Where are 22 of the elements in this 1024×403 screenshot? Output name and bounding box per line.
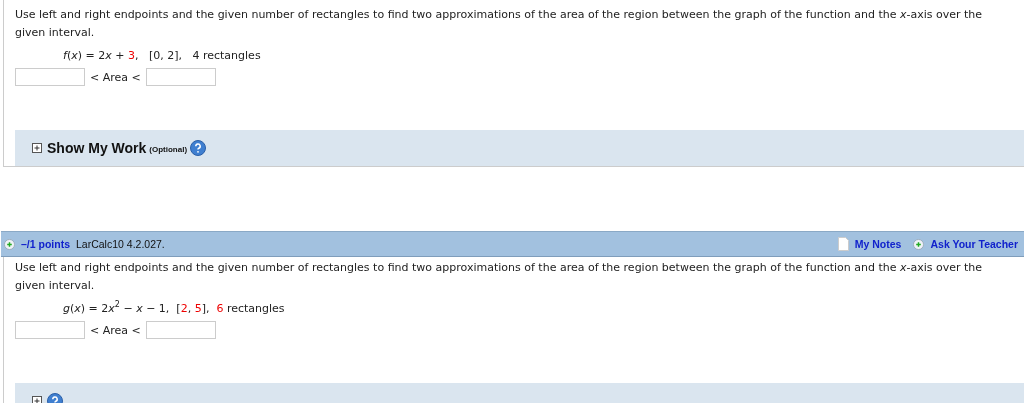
answer-field[interactable] [145,68,216,86]
answer-field[interactable] [145,321,216,339]
question-prompt: Use left and right endpoints and the given number of rectangles to find two approximations of the area of the region between the graph of the function and the x-axis over the given interval. [15,260,984,294]
expand-icon[interactable] [32,143,42,153]
function-formula: f(x) = 2x + 3, [0, 2], 4 rectangles [63,48,262,64]
help-icon[interactable] [190,140,207,156]
show-work-label[interactable]: Show My Work [47,140,147,156]
plus-icon[interactable] [913,238,925,250]
question-prompt: Use left and right endpoints and the given number of rectangles to find two approximations of the area of the region between the graph of the function and the x-axis over the given interval. [15,7,984,41]
my-notes-link[interactable]: My Notes [854,238,902,250]
area-label: < Area < [90,323,141,337]
ask-teacher-link[interactable]: Ask Your Teacher [930,238,1018,250]
function-formula: g(x) = 2x$^{2}$ − x − 1, [2, 5], 6 rectangles [63,301,286,317]
area-label: < Area < [90,70,141,84]
plus-icon[interactable] [4,238,15,250]
answer-field[interactable] [15,321,85,339]
expand-icon[interactable] [32,396,42,403]
points-label: –/1 points [21,238,70,250]
answer-field[interactable] [15,68,85,86]
question-source: LarCalc10 4.2.027. [76,238,165,250]
optional-note: (Optional) [149,145,188,154]
note-icon[interactable] [837,237,849,251]
